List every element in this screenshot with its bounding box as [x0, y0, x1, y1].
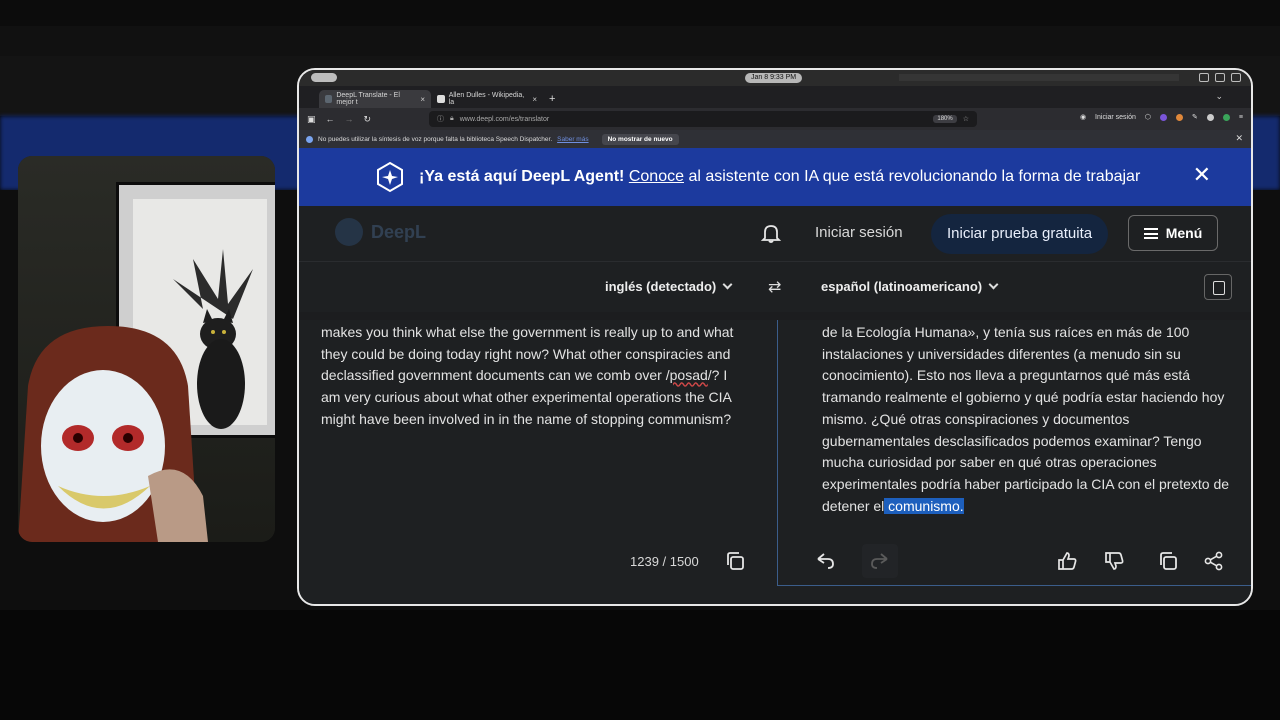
forward-icon[interactable]: →	[345, 114, 354, 124]
menu-button[interactable]: Menú	[1128, 215, 1218, 251]
browser-window: Jan 8 9:33 PM DeepL Translate - El mejor…	[297, 68, 1253, 606]
agent-promo-banner: ¡Ya está aquí DeepL Agent! Conoce al asi…	[299, 148, 1251, 206]
source-pane[interactable]: makes you think what else the government…	[299, 320, 777, 604]
banner-learn-link[interactable]: Conoce	[629, 168, 684, 185]
chevron-down-icon	[722, 279, 733, 290]
app-menu-icon[interactable]: ≡	[1239, 114, 1243, 121]
copy-translation-icon[interactable]	[1157, 550, 1179, 572]
activities-indicator[interactable]	[311, 73, 337, 82]
system-top-bar: Jan 8 9:33 PM	[299, 70, 1251, 86]
background-bar	[0, 26, 1280, 56]
banner-headline: ¡Ya está aquí DeepL Agent!	[419, 168, 625, 185]
free-trial-button[interactable]: Iniciar prueba gratuita	[931, 214, 1109, 254]
deepl-agent-icon	[377, 161, 403, 193]
back-icon[interactable]: ←	[326, 114, 335, 124]
extension-icon[interactable]	[1176, 113, 1184, 121]
navigation-toolbar: ▣ ← → ↻ ⓘ 🔒︎ www.deepl.com/es/translator…	[299, 108, 1251, 130]
background-bar	[0, 0, 1280, 26]
url-text: www.deepl.com/es/translator	[459, 115, 550, 123]
wikipedia-favicon-icon	[437, 95, 445, 103]
language-bar: inglés (detectado) ⇄ español (latinoamer…	[299, 262, 1251, 312]
character-counter: 1239 / 1500	[630, 554, 699, 569]
redo-button[interactable]	[862, 544, 898, 578]
target-language-select[interactable]: español (latinoamericano)	[821, 279, 999, 294]
hamburger-icon	[1143, 227, 1158, 239]
extension-icon[interactable]: ✎	[1192, 113, 1198, 121]
system-clock[interactable]: Jan 8 9:33 PM	[745, 73, 803, 83]
extensions-icon[interactable]: ⬡	[1145, 113, 1151, 121]
login-link[interactable]: Iniciar sesión	[815, 224, 903, 241]
bookmark-star-icon[interactable]: ☆	[963, 115, 969, 123]
translator-panes: makes you think what else the government…	[299, 320, 1251, 604]
notice-text: No puedes utilizar la síntesis de voz po…	[318, 135, 553, 143]
thumbs-up-icon[interactable]	[1056, 550, 1078, 572]
tray-icon[interactable]	[1215, 73, 1225, 82]
tray-icon[interactable]	[1231, 73, 1241, 82]
translation-output[interactable]: de la Ecología Humana», y tenía sus raíc…	[822, 322, 1234, 517]
zoom-level[interactable]: 180%	[933, 115, 957, 123]
deepl-favicon-icon	[325, 95, 333, 103]
close-notice-icon[interactable]: ✕	[1235, 133, 1243, 144]
reload-icon[interactable]: ↻	[364, 114, 372, 125]
extension-icon[interactable]	[1160, 113, 1168, 121]
undo-icon[interactable]	[814, 550, 836, 572]
close-tab-icon[interactable]: ×	[532, 95, 537, 104]
lock-icon: 🔒︎	[450, 115, 454, 122]
deepl-logo[interactable]: DeepL	[335, 218, 426, 246]
system-tray	[1199, 73, 1241, 82]
learn-more-link[interactable]: Saber más	[557, 136, 588, 143]
tray-icon[interactable]	[1199, 73, 1209, 82]
redo-icon	[871, 553, 888, 569]
deepl-logo-icon	[335, 218, 363, 246]
address-bar[interactable]: ⓘ 🔒︎ www.deepl.com/es/translator 180% ☆	[429, 111, 977, 127]
extension-icon[interactable]	[1222, 113, 1230, 121]
copy-source-icon[interactable]	[724, 550, 746, 572]
tab-wikipedia[interactable]: Allen Dulles - Wikipedia, la ×	[431, 90, 543, 108]
tab-strip: DeepL Translate - El mejor t × Allen Dul…	[299, 86, 1251, 108]
translation-text: de la Ecología Humana», y tenía sus raíc…	[822, 324, 1230, 514]
source-textarea[interactable]: makes you think what else the government…	[321, 322, 741, 431]
chevron-down-icon	[988, 279, 999, 290]
toggle-sidebar-icon[interactable]	[1204, 274, 1232, 300]
target-language-label: español (latinoamericano)	[821, 279, 983, 294]
swap-languages-icon[interactable]: ⇄	[768, 277, 781, 297]
masked-person	[18, 326, 208, 542]
speech-notice-bar: No puedes utilizar la síntesis de voz po…	[299, 130, 1251, 148]
source-language-label: inglés (detectado)	[605, 279, 717, 294]
tab-label: Allen Dulles - Wikipedia, la	[448, 92, 525, 106]
logo-text: DeepL	[371, 221, 427, 242]
thumbs-down-icon[interactable]	[1103, 550, 1125, 572]
info-icon	[306, 135, 313, 143]
site-header: DeepL Iniciar sesión Iniciar prueba grat…	[299, 206, 1251, 262]
target-pane[interactable]: de la Ecología Humana», y tenía sus raíc…	[777, 320, 1251, 586]
list-tabs-icon[interactable]: ⌄	[1215, 91, 1223, 102]
menu-label: Menú	[1165, 225, 1203, 241]
close-banner-icon[interactable]: ✕	[1193, 164, 1211, 186]
banner-text: ¡Ya está aquí DeepL Agent! Conoce al asi…	[419, 168, 1140, 186]
account-sign-in[interactable]: Iniciar sesión	[1095, 114, 1136, 121]
account-icon[interactable]: ◉	[1080, 113, 1086, 121]
tab-deepl[interactable]: DeepL Translate - El mejor t ×	[319, 90, 431, 108]
dont-show-again-button[interactable]: No mostrar de nuevo	[601, 133, 679, 145]
misspelled-word[interactable]: posad	[670, 367, 708, 383]
banner-description: al asistente con IA que está revoluciona…	[684, 168, 1141, 185]
sidebar-icon[interactable]: ▣	[307, 114, 316, 125]
notifications-bell-icon[interactable]	[760, 222, 782, 244]
share-icon[interactable]	[1203, 550, 1225, 572]
source-language-select[interactable]: inglés (detectado)	[605, 279, 733, 294]
extension-icon[interactable]	[1206, 113, 1214, 121]
selected-text[interactable]: comunismo.	[884, 497, 964, 514]
toolbar-right: ◉ Iniciar sesión ⬡ ✎ ≡	[1080, 113, 1243, 121]
new-tab-icon[interactable]: +	[549, 93, 555, 105]
close-tab-icon[interactable]: ×	[420, 95, 425, 104]
tab-label: DeepL Translate - El mejor t	[336, 92, 400, 106]
webcam-feed	[18, 156, 275, 542]
site-info-icon[interactable]: ⓘ	[437, 114, 444, 124]
